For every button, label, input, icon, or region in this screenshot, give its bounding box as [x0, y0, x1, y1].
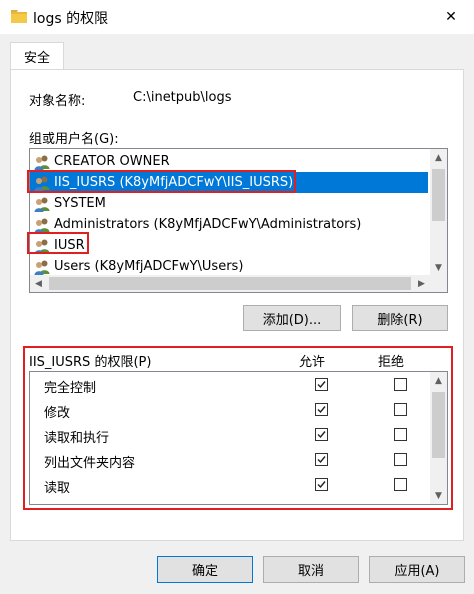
allow-checkbox[interactable]	[315, 403, 328, 416]
permission-row: 列出文件夹内容	[30, 448, 430, 473]
permission-list-scrollbar[interactable]: ▲ ▼	[430, 372, 447, 504]
user-list-item[interactable]: CREATOR OWNER	[30, 151, 428, 172]
user-list-item[interactable]: IIS_IUSRS (K8yMfjADCFwY\IIS_IUSRS)	[30, 172, 428, 193]
object-name-label: 对象名称:	[29, 94, 86, 109]
permission-name: 修改	[44, 406, 71, 421]
permission-list[interactable]: 完全控制修改读取和执行列出文件夹内容 读取 ▲ ▼	[29, 371, 448, 505]
close-button[interactable]: ✕	[428, 0, 474, 34]
allow-checkbox[interactable]	[315, 478, 328, 491]
user-list-item[interactable]: IUSR	[30, 235, 428, 256]
security-panel: 对象名称: C:\inetpub\logs 组或用户名(G): CREATOR …	[10, 69, 464, 541]
user-group-icon	[34, 155, 50, 170]
cancel-button-label: 取消	[297, 564, 324, 579]
add-button[interactable]: 添加(D)...	[243, 305, 341, 331]
scroll-up-icon[interactable]: ▲	[430, 372, 447, 389]
scrollbar-thumb[interactable]	[432, 169, 445, 221]
deny-column-header: 拒绝	[378, 355, 405, 370]
user-group-icon	[34, 239, 50, 254]
remove-button-label: 删除(R)	[377, 312, 423, 328]
scroll-down-icon[interactable]: ▼	[430, 259, 447, 276]
folder-icon	[11, 10, 27, 23]
cancel-button[interactable]: 取消	[263, 556, 359, 583]
permission-row: 读取和执行	[30, 423, 430, 448]
scroll-down-icon[interactable]: ▼	[430, 487, 447, 504]
scroll-left-icon[interactable]: ◀	[30, 275, 47, 292]
user-list-item-label: SYSTEM	[54, 196, 106, 211]
tab-strip: 安全	[0, 34, 474, 70]
user-group-icon	[34, 218, 50, 233]
user-group-icon	[34, 260, 50, 275]
permission-name: 读取	[44, 481, 71, 496]
deny-checkbox[interactable]	[394, 428, 407, 441]
user-list-item-label: CREATOR OWNER	[54, 154, 170, 169]
user-list-item[interactable]: Administrators (K8yMfjADCFwY\Administrat…	[30, 214, 428, 235]
allow-checkbox[interactable]	[315, 378, 328, 391]
groups-label: 组或用户名(G):	[29, 132, 119, 147]
scroll-up-icon[interactable]: ▲	[430, 149, 447, 166]
permission-name: 列出文件夹内容	[44, 456, 136, 471]
user-list-horizontal-scrollbar[interactable]: ◀ ▶	[30, 275, 447, 292]
user-list-item-label: Administrators (K8yMfjADCFwY\Administrat…	[54, 217, 362, 232]
permission-row: 修改	[30, 398, 430, 423]
user-list-item[interactable]: SYSTEM	[30, 193, 428, 214]
scrollbar-thumb[interactable]	[432, 392, 445, 458]
scroll-right-icon[interactable]: ▶	[413, 275, 430, 292]
scrollbar-thumb[interactable]	[49, 277, 411, 290]
apply-button-label: 应用(A)	[394, 564, 440, 579]
allow-checkbox[interactable]	[315, 428, 328, 441]
deny-checkbox[interactable]	[394, 453, 407, 466]
user-group-icon	[34, 197, 50, 212]
user-list-item[interactable]: Users (K8yMfjADCFwY\Users)	[30, 256, 428, 277]
permission-row: 读取	[30, 473, 430, 498]
close-icon: ✕	[445, 9, 457, 25]
deny-checkbox[interactable]	[394, 403, 407, 416]
user-group-icon	[34, 176, 50, 191]
tab-security-label: 安全	[23, 51, 50, 66]
tab-security[interactable]: 安全	[10, 42, 64, 70]
allow-checkbox[interactable]	[315, 453, 328, 466]
user-list[interactable]: CREATOR OWNER IIS_IUSRS (K8yMfjADCFwY\IIS…	[29, 148, 448, 293]
permission-row: 完全控制	[30, 373, 430, 398]
user-list-item-label: IIS_IUSRS (K8yMfjADCFwY\IIS_IUSRS)	[54, 175, 294, 190]
ok-button[interactable]: 确定	[157, 556, 253, 583]
user-list-vertical-scrollbar[interactable]: ▲ ▼	[430, 149, 447, 276]
deny-checkbox[interactable]	[394, 378, 407, 391]
window-title: logs 的权限	[33, 11, 109, 27]
allow-column-header: 允许	[299, 355, 326, 370]
permission-name: 读取和执行	[44, 431, 110, 446]
user-list-item-label: IUSR	[54, 238, 85, 253]
user-list-item-label: Users (K8yMfjADCFwY\Users)	[54, 259, 244, 274]
object-name-value: C:\inetpub\logs	[133, 90, 232, 105]
apply-button[interactable]: 应用(A)	[369, 556, 465, 583]
add-button-label: 添加(D)...	[262, 312, 322, 328]
deny-checkbox[interactable]	[394, 478, 407, 491]
title-bar: logs 的权限 ✕	[0, 0, 474, 34]
ok-button-label: 确定	[191, 564, 218, 579]
permission-name: 完全控制	[44, 381, 97, 396]
remove-button[interactable]: 删除(R)	[352, 305, 448, 331]
permissions-label: IIS_IUSRS 的权限(P)	[29, 355, 152, 370]
